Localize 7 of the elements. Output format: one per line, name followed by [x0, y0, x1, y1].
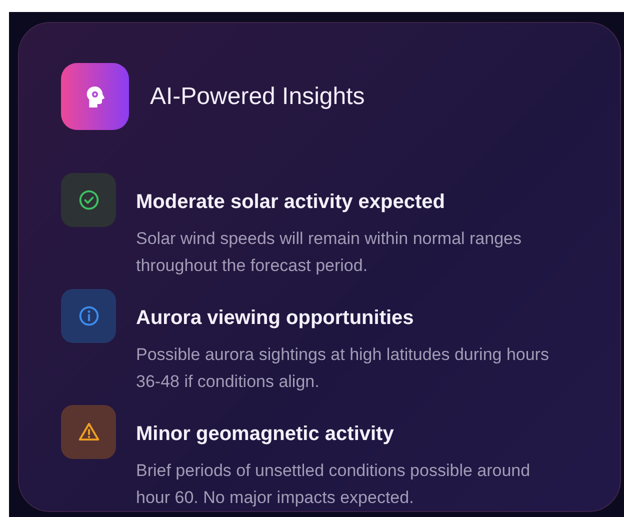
- insight-title: Aurora viewing opportunities: [136, 307, 415, 329]
- insight-description: Solar wind speeds will remain within normal ranges throughout the forecast period.: [136, 228, 523, 277]
- insight-description: Brief periods of unsettled conditions possible around hour 60. No major impacts expected.: [136, 460, 532, 509]
- insight-title: Moderate solar activity expected: [136, 191, 446, 213]
- card-title: AI-Powered Insights: [150, 82, 365, 110]
- insight-title: Minor geomagnetic activity: [136, 423, 395, 445]
- insight-description: Possible aurora sightings at high latitudes during hours 36-48 if conditions align.: [136, 344, 550, 393]
